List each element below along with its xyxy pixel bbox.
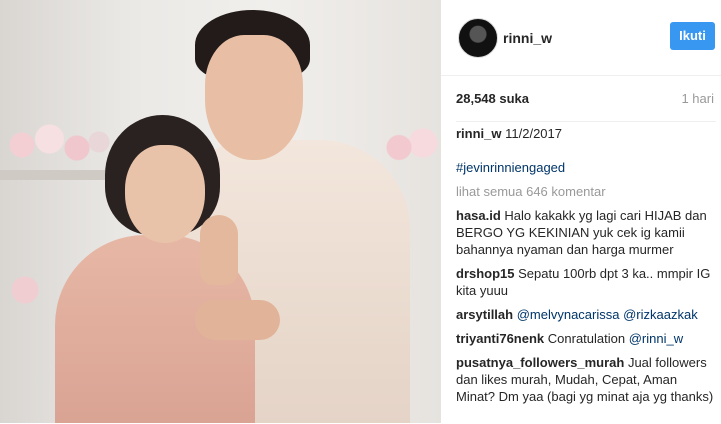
flower-decor [0, 115, 110, 175]
comment-user[interactable]: arsytillah [456, 307, 513, 322]
man-figure-face [205, 35, 303, 160]
comment-list: rinni_w 11/2/2017 #jevinrinniengaged lih… [456, 121, 716, 424]
woman-arm [195, 300, 280, 340]
comment-mentions[interactable]: @melvynacarissa @rizkaazkak [513, 307, 698, 322]
view-all-comments-link[interactable]: lihat semua 646 komentar [456, 183, 716, 200]
caption: rinni_w 11/2/2017 #jevinrinniengaged [456, 125, 716, 176]
ring-hand [200, 215, 238, 285]
post-side-panel: rinni_w Ikuti 28,548 suka 1 hari rinni_w… [441, 0, 721, 423]
comment-mention[interactable]: @rinni_w [629, 331, 683, 346]
comment-item: hasa.id Halo kakakk yg lagi cari HIJAB d… [456, 207, 716, 258]
comment-text: Conratulation [544, 331, 629, 346]
comment-user[interactable]: pusatnya_followers_murah [456, 355, 624, 370]
post-header: rinni_w Ikuti [441, 0, 721, 76]
shelf [0, 170, 120, 180]
post-time[interactable]: 1 hari [681, 91, 714, 106]
caption-user[interactable]: rinni_w [456, 126, 502, 141]
post-username[interactable]: rinni_w [503, 30, 552, 46]
caption-text: 11/2/2017 [501, 126, 562, 141]
flower-decor-left [5, 270, 55, 310]
avatar[interactable] [458, 18, 498, 58]
comment-item: triyanti76nenk Conratulation @rinni_w [456, 330, 716, 347]
likes-count[interactable]: 28,548 suka [456, 91, 529, 106]
comment-item: drshop15 Sepatu 100rb dpt 3 ka.. mmpir I… [456, 265, 716, 299]
post-photo[interactable] [0, 0, 441, 423]
comment-user[interactable]: hasa.id [456, 208, 501, 223]
follow-button[interactable]: Ikuti [670, 22, 715, 50]
comment-item: arsytillah @melvynacarissa @rizkaazkak [456, 306, 716, 323]
comment-user[interactable]: drshop15 [456, 266, 515, 281]
woman-figure-face [125, 145, 205, 243]
comment-user[interactable]: triyanti76nenk [456, 331, 544, 346]
comment-item: pusatnya_followers_murah Jual followers … [456, 354, 716, 405]
flower-decor-right [381, 125, 441, 170]
caption-hashtag[interactable]: #jevinrinniengaged [456, 160, 565, 175]
